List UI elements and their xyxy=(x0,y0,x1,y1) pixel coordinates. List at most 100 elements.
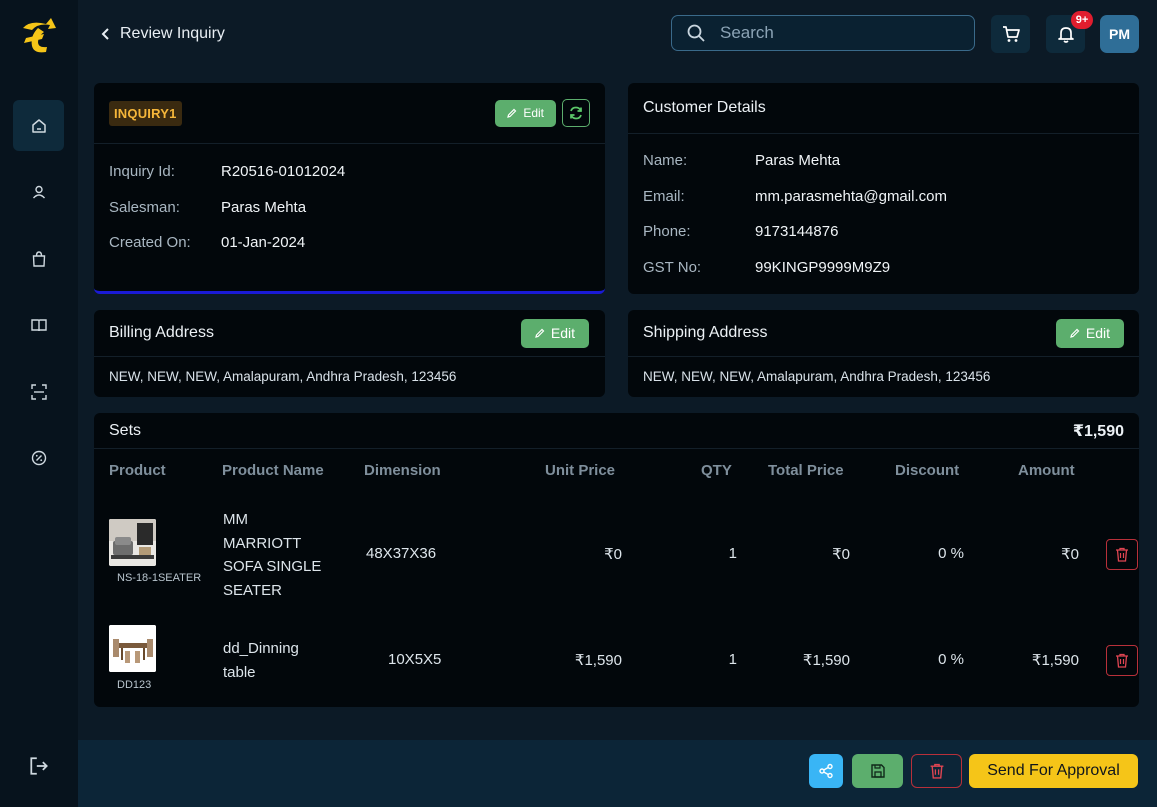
product-name-line: MM xyxy=(223,511,248,528)
product-dimension: 48X37X36 xyxy=(366,545,437,562)
product-name: MM MARRIOTT SOFA SINGLE SEATER xyxy=(223,508,321,602)
col-total-price: Total Price xyxy=(768,462,844,479)
scan-icon xyxy=(30,383,47,400)
sets-header: Sets ₹1,590 xyxy=(94,413,1139,449)
quantity: 1 xyxy=(728,651,737,668)
col-dimension: Dimension xyxy=(364,462,441,479)
billing-address-card: Billing Address Edit NEW, NEW, NEW, Amal… xyxy=(94,310,605,397)
trash-icon xyxy=(1116,547,1128,562)
sets-total: ₹1,590 xyxy=(1072,422,1124,440)
inquiry-id-value: R20516-01012024 xyxy=(221,163,346,181)
customer-phone-row: Phone: 9173144876 xyxy=(643,214,1124,250)
salesman-value: Paras Mehta xyxy=(221,198,307,216)
save-icon xyxy=(870,764,885,778)
total-price: ₹0 xyxy=(832,546,850,563)
inquiry-id-row: Inquiry Id: R20516-01012024 xyxy=(109,154,590,190)
search-input[interactable] xyxy=(720,23,950,43)
search-box[interactable] xyxy=(671,15,975,51)
salesman-row: Salesman: Paras Mehta xyxy=(109,190,590,226)
avatar[interactable]: PM xyxy=(1100,15,1139,53)
created-on-row: Created On: 01-Jan-2024 xyxy=(109,225,590,261)
sidebar xyxy=(0,0,78,807)
inquiry-edit-button[interactable]: Edit xyxy=(495,99,556,127)
inquiry-fields: Inquiry Id: R20516-01012024 Salesman: Para… xyxy=(94,144,605,261)
total-price: ₹1,590 xyxy=(802,652,850,669)
salesman-label: Salesman: xyxy=(109,198,180,216)
shipping-edit-button[interactable]: Edit xyxy=(1055,318,1124,348)
logout-icon xyxy=(29,756,48,775)
product-thumbnail[interactable] xyxy=(109,519,156,566)
notification-badge: 9+ xyxy=(1071,11,1093,29)
customer-email-value: mm.parasmehta@gmail.com xyxy=(755,187,947,205)
customer-title: Customer Details xyxy=(643,99,766,116)
product-name-line: SEATER xyxy=(223,581,282,599)
cart-button[interactable] xyxy=(991,15,1030,53)
customer-email-label: Email: xyxy=(643,187,685,205)
chevron-left-icon xyxy=(101,28,109,40)
shipping-address-text: NEW, NEW, NEW, Amalapuram, Andhra Prades… xyxy=(643,368,991,384)
billing-edit-button[interactable]: Edit xyxy=(520,318,589,348)
col-discount: Discount xyxy=(895,462,960,479)
sidebar-item-user[interactable] xyxy=(13,166,64,217)
shipping-address-card: Shipping Address Edit NEW, NEW, NEW, Ama… xyxy=(628,310,1139,397)
billing-header: Billing Address Edit xyxy=(94,310,605,357)
inquiry-edit-label: Edit xyxy=(523,106,544,120)
amount: ₹1,590 xyxy=(1031,652,1079,669)
product-name: dd_Dinning table xyxy=(223,637,299,685)
product-thumbnail[interactable] xyxy=(109,625,156,672)
trash-icon xyxy=(930,763,943,779)
shipping-header: Shipping Address Edit xyxy=(628,310,1139,357)
col-product-name: Product Name xyxy=(222,462,324,479)
product-dimension: 10X5X5 xyxy=(388,651,442,668)
pencil-icon xyxy=(1070,328,1080,338)
page-title: Review Inquiry xyxy=(120,25,225,42)
shopping-bag-icon xyxy=(32,250,45,267)
customer-gst-label: GST No: xyxy=(643,258,702,276)
inquiry-id-label: Inquiry Id: xyxy=(109,163,175,181)
sofa-image xyxy=(109,519,156,566)
col-product: Product xyxy=(109,462,166,479)
customer-gst-value: 99KINGP9999M9Z9 xyxy=(755,258,891,276)
customer-name-row: Name: Paras Mehta xyxy=(643,143,1124,179)
sidebar-item-shop[interactable] xyxy=(13,233,64,284)
customer-phone-value: 9173144876 xyxy=(755,223,839,241)
trash-icon xyxy=(1116,653,1128,668)
send-for-approval-button[interactable]: Send For Approval xyxy=(969,754,1138,788)
customer-name-label: Name: xyxy=(643,152,688,170)
inquiry-card-header: INQUIRY1 Edit xyxy=(94,83,605,144)
sidebar-item-discounts[interactable] xyxy=(13,432,64,483)
col-qty: QTY xyxy=(701,462,732,479)
dining-table-image xyxy=(109,625,156,672)
logout-button[interactable] xyxy=(13,740,64,791)
back-link[interactable]: Review Inquiry xyxy=(100,24,225,44)
delete-row-button[interactable] xyxy=(1106,539,1138,570)
product-name-line: dd_Dinning xyxy=(223,640,299,657)
refresh-icon xyxy=(570,106,582,120)
delete-row-button[interactable] xyxy=(1106,645,1138,676)
col-amount: Amount xyxy=(1018,462,1075,479)
sidebar-item-home[interactable] xyxy=(13,100,64,151)
col-unit-price: Unit Price xyxy=(545,462,616,479)
search-icon xyxy=(687,24,705,42)
bell-icon xyxy=(1057,27,1074,43)
user-icon xyxy=(32,185,45,198)
product-name-line: SOFA SINGLE xyxy=(223,558,322,575)
unit-price: ₹0 xyxy=(604,546,622,563)
share-button[interactable] xyxy=(809,754,843,788)
save-button[interactable] xyxy=(852,754,903,788)
customer-email-row: Email: mm.parasmehta@gmail.com xyxy=(643,179,1124,215)
sidebar-item-catalog[interactable] xyxy=(13,299,64,350)
product-sku: DD123 xyxy=(117,679,152,691)
customer-phone-label: Phone: xyxy=(643,223,691,241)
pencil-icon xyxy=(535,328,545,338)
inquiry-actions: Edit xyxy=(495,99,590,127)
billing-title: Billing Address xyxy=(109,324,214,341)
notifications-button[interactable]: 9+ xyxy=(1046,11,1093,53)
brand-logo[interactable] xyxy=(20,16,58,56)
product-name-line: MARRIOTT xyxy=(223,534,302,552)
sidebar-item-scan[interactable] xyxy=(13,366,64,417)
refresh-button[interactable] xyxy=(562,99,590,127)
delete-button[interactable] xyxy=(911,754,962,788)
created-on-value: 01-Jan-2024 xyxy=(221,234,306,252)
book-icon xyxy=(30,318,47,331)
